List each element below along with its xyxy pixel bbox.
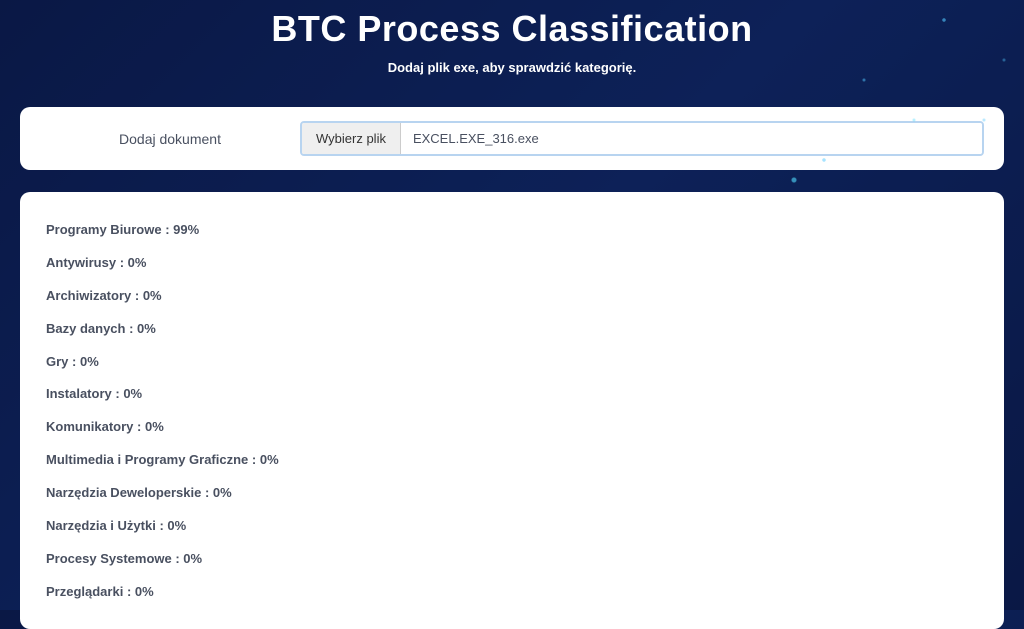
result-percent: 0% xyxy=(167,518,186,533)
result-category: Narzędzia Deweloperskie xyxy=(46,485,201,500)
result-row: Procesy Systemowe : 0% xyxy=(46,543,978,576)
choose-file-button[interactable]: Wybierz plik xyxy=(302,123,401,154)
result-category: Procesy Systemowe xyxy=(46,551,172,566)
upload-label: Dodaj dokument xyxy=(40,131,300,147)
result-category: Bazy danych xyxy=(46,321,125,336)
result-category: Komunikatory xyxy=(46,419,133,434)
result-percent: 0% xyxy=(137,321,156,336)
result-row: Gry : 0% xyxy=(46,346,978,379)
upload-panel: Dodaj dokument Wybierz plik xyxy=(20,107,1004,170)
result-row: Narzędzia i Użytki : 0% xyxy=(46,510,978,543)
result-category: Antywirusy xyxy=(46,255,116,270)
result-row: Archiwizatory : 0% xyxy=(46,280,978,313)
result-row: Multimedia i Programy Graficzne : 0% xyxy=(46,444,978,477)
result-category: Archiwizatory xyxy=(46,288,131,303)
result-category: Instalatory xyxy=(46,386,112,401)
result-category: Multimedia i Programy Graficzne xyxy=(46,452,248,467)
result-row: Narzędzia Deweloperskie : 0% xyxy=(46,477,978,510)
page-title: BTC Process Classification xyxy=(0,8,1024,50)
result-percent: 0% xyxy=(260,452,279,467)
result-row: Bazy danych : 0% xyxy=(46,313,978,346)
result-row: Antywirusy : 0% xyxy=(46,247,978,280)
result-category: Narzędzia i Użytki xyxy=(46,518,156,533)
result-row: Instalatory : 0% xyxy=(46,378,978,411)
result-percent: 0% xyxy=(123,386,142,401)
result-percent: 0% xyxy=(135,584,154,599)
file-input-group: Wybierz plik xyxy=(300,121,984,156)
result-percent: 0% xyxy=(80,354,99,369)
result-category: Przeglądarki xyxy=(46,584,123,599)
page-subtitle: Dodaj plik exe, aby sprawdzić kategorię. xyxy=(0,60,1024,75)
result-percent: 99% xyxy=(173,222,199,237)
results-panel: Programy Biurowe : 99% Antywirusy : 0% A… xyxy=(20,192,1004,629)
file-name-input[interactable] xyxy=(401,123,982,154)
result-row: Komunikatory : 0% xyxy=(46,411,978,444)
page-header: BTC Process Classification Dodaj plik ex… xyxy=(0,0,1024,95)
result-percent: 0% xyxy=(183,551,202,566)
result-percent: 0% xyxy=(213,485,232,500)
result-category: Programy Biurowe xyxy=(46,222,162,237)
result-percent: 0% xyxy=(128,255,147,270)
result-category: Gry xyxy=(46,354,68,369)
result-row: Programy Biurowe : 99% xyxy=(46,214,978,247)
result-row: Przeglądarki : 0% xyxy=(46,576,978,609)
result-percent: 0% xyxy=(145,419,164,434)
result-percent: 0% xyxy=(143,288,162,303)
